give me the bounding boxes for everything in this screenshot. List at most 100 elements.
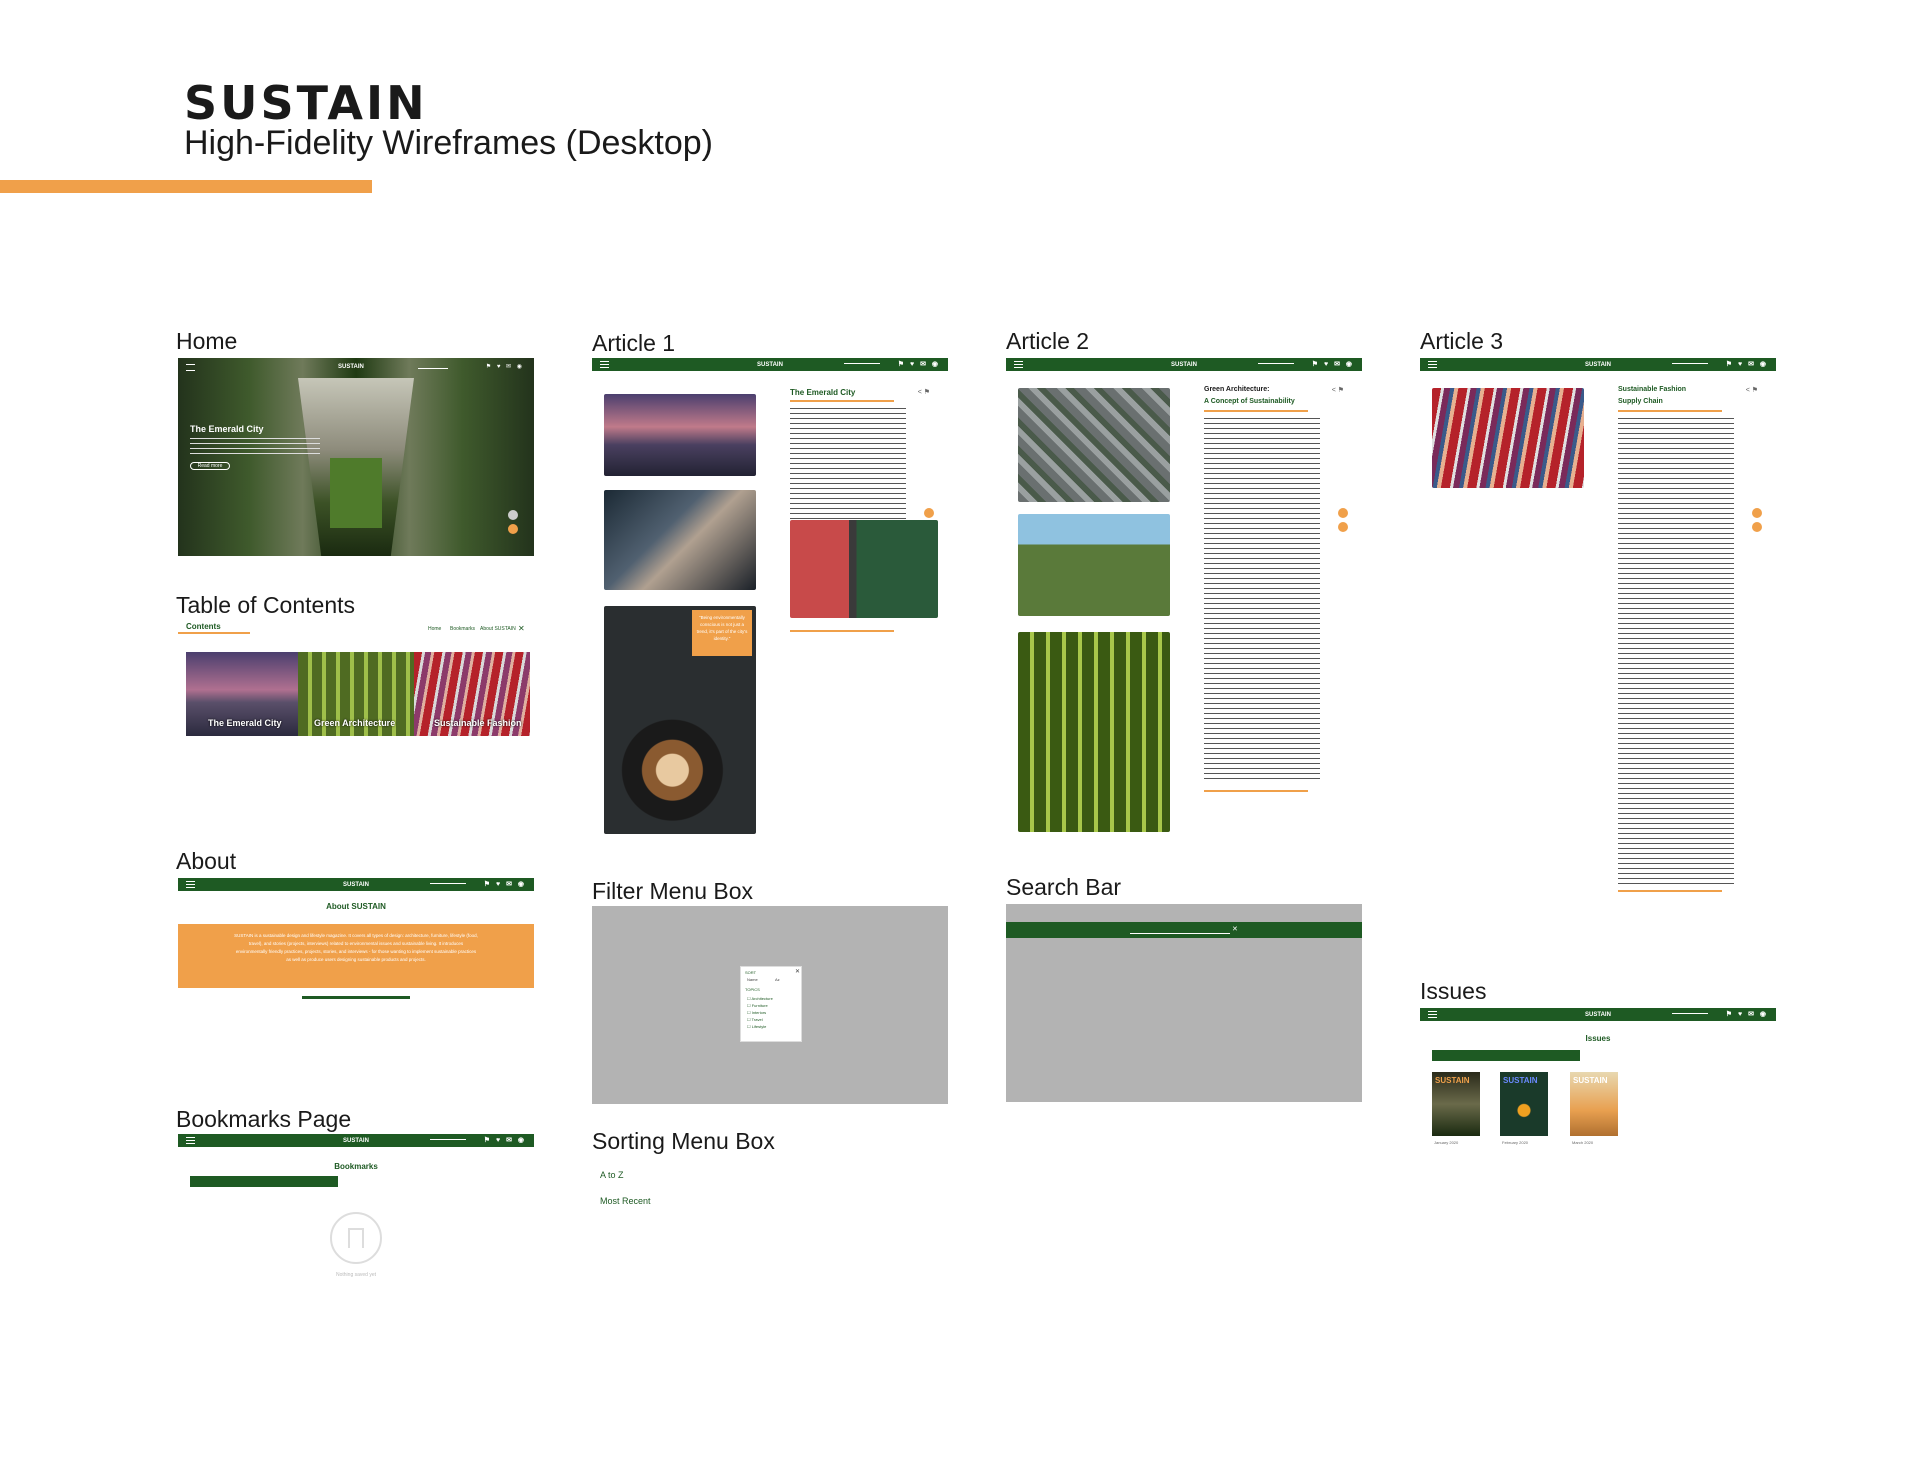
menu-icon[interactable]	[1014, 361, 1023, 368]
filter-option[interactable]: ☐ Travel	[747, 1016, 773, 1023]
filter-menu-box[interactable]: SORT ✕ Name Az TOPICS ☐ Architecture ☐ F…	[740, 966, 802, 1042]
hero-text	[190, 438, 320, 458]
article2-image-vertical-forest	[1018, 514, 1170, 616]
hero-title: The Emerald City	[190, 424, 264, 434]
filter-options-list[interactable]: ☐ Architecture ☐ Furniture ☐ Interiors ☐…	[747, 995, 773, 1030]
scroll-up-button[interactable]	[1752, 508, 1762, 518]
sort-option-a-to-z[interactable]: A to Z	[600, 1170, 624, 1180]
scroll-up-button[interactable]	[508, 510, 518, 520]
filter-close-button[interactable]: ✕	[795, 968, 800, 975]
filter-sort-option-az[interactable]: Az	[775, 977, 780, 982]
article3-frame: SUSTAIN ⚑ ♥ ✉ ◉ Sustainable Fashion Suppl…	[1420, 358, 1776, 898]
menu-icon[interactable]	[1428, 361, 1437, 368]
nav-brand[interactable]: SUSTAIN	[1585, 362, 1611, 368]
search-input[interactable]	[1258, 363, 1294, 364]
section-label-home: Home	[176, 328, 238, 354]
filter-option[interactable]: ☐ Furniture	[747, 1002, 773, 1009]
filter-option[interactable]: ☐ Interiors	[747, 1009, 773, 1016]
menu-icon[interactable]	[186, 364, 195, 371]
nav-brand[interactable]: SUSTAIN	[757, 362, 783, 368]
nav-brand[interactable]: SUSTAIN	[1585, 1012, 1611, 1018]
nav-icons[interactable]: ⚑ ♥ ✉ ◉	[484, 1136, 526, 1144]
search-close-button[interactable]: ✕	[1232, 925, 1238, 933]
section-label-sorting: Sorting Menu Box	[592, 1128, 775, 1154]
toc-card-green-architecture[interactable]: Green Architecture	[298, 652, 414, 736]
issue-cover-march[interactable]: SUSTAIN	[1570, 1072, 1618, 1136]
nav-icons[interactable]: ⚑ ♥ ✉ ◉	[1726, 1010, 1768, 1018]
section-label-article3: Article 3	[1420, 328, 1504, 354]
nav-icons[interactable]: ⚑ ♥ ✉ ◉	[484, 880, 526, 888]
bookmarks-empty-text: Nothing saved yet	[335, 1272, 377, 1278]
issue-cover-date: March 2020	[1572, 1140, 1594, 1145]
hero-image-center	[330, 458, 382, 528]
share-bookmark-icons[interactable]: < ⚑	[918, 388, 930, 396]
nav-bar: SUSTAIN ⚑ ♥ ✉ ◉	[1006, 358, 1362, 371]
share-bookmark-icons[interactable]: < ⚑	[1746, 386, 1758, 394]
about-title: About SUSTAIN	[326, 902, 386, 911]
scroll-up-button[interactable]	[1338, 508, 1348, 518]
nav-brand[interactable]: SUSTAIN	[343, 882, 369, 888]
about-body: SUSTAIN is a sustainable design and life…	[234, 933, 478, 962]
search-field[interactable]	[1130, 926, 1230, 934]
search-input[interactable]	[430, 1139, 466, 1140]
toc-link-about[interactable]: About SUSTAIN	[480, 626, 516, 632]
search-bar[interactable]: ✕	[1006, 922, 1362, 938]
article3-title-underline	[1618, 410, 1722, 412]
scroll-up-button[interactable]	[924, 508, 934, 518]
nav-icons[interactable]: ⚑ ♥ ✉ ◉	[1312, 360, 1354, 368]
issue-cover-brand: SUSTAIN	[1503, 1076, 1538, 1085]
toc-link-bookmarks[interactable]: Bookmarks	[450, 626, 475, 632]
nav-bar: SUSTAIN ⚑ ♥ ✉ ◉	[1420, 1008, 1776, 1021]
sort-option-most-recent[interactable]: Most Recent	[600, 1196, 651, 1206]
toc-close-button[interactable]: ✕	[518, 624, 525, 633]
search-input[interactable]	[418, 368, 448, 369]
filter-option[interactable]: ☐ Lifestyle	[747, 1023, 773, 1030]
filter-option[interactable]: ☐ Architecture	[747, 995, 773, 1002]
section-label-about: About	[176, 848, 237, 874]
section-label-filter: Filter Menu Box	[592, 878, 754, 904]
menu-icon[interactable]	[186, 881, 195, 888]
menu-icon[interactable]	[600, 361, 609, 368]
toc-card-sustainable-fashion[interactable]: Sustainable Fashion	[414, 652, 530, 736]
read-more-button[interactable]: Read more	[190, 462, 230, 470]
scroll-down-button[interactable]	[508, 524, 518, 534]
toc-card-emerald-city[interactable]: The Emerald City	[186, 652, 304, 736]
nav-brand[interactable]: SUSTAIN	[343, 1138, 369, 1144]
article2-title-line2: A Concept of Sustainability	[1204, 398, 1295, 405]
search-input[interactable]	[430, 883, 466, 884]
nav-brand[interactable]: SUSTAIN	[1171, 362, 1197, 368]
nav-icons[interactable]: ⚑ ♥ ✉ ◉	[1726, 360, 1768, 368]
article2-image-interior	[1018, 632, 1170, 832]
scroll-down-button[interactable]	[1338, 522, 1348, 532]
nav-bar: SUSTAIN ⚑ ♥ ✉ ◉	[592, 358, 948, 371]
menu-icon[interactable]	[186, 1137, 195, 1144]
issues-toolbar[interactable]	[1432, 1050, 1580, 1061]
article2-frame: SUSTAIN ⚑ ♥ ✉ ◉ Green Architecture: A Con…	[1006, 358, 1362, 834]
menu-icon[interactable]	[1428, 1011, 1437, 1018]
article1-image-storefront	[790, 520, 938, 618]
scroll-down-button[interactable]	[1752, 522, 1762, 532]
page-subtitle: High-Fidelity Wireframes (Desktop)	[184, 124, 713, 162]
search-input[interactable]	[1672, 1013, 1708, 1014]
toc-card-label: Sustainable Fashion	[434, 718, 522, 728]
article2-image-aerial	[1018, 388, 1170, 502]
nav-icons[interactable]: ⚑ ♥ ✉ ◉	[898, 360, 940, 368]
toc-link-home[interactable]: Home	[428, 626, 441, 632]
filter-sort-option-name[interactable]: Name	[747, 977, 758, 982]
search-input[interactable]	[1672, 363, 1708, 364]
nav-icons[interactable]: ⚑ ♥ ✉ ◉	[486, 363, 524, 370]
article1-frame: SUSTAIN ⚑ ♥ ✉ ◉ "Being environmentally co…	[592, 358, 948, 834]
issue-cover-february[interactable]: SUSTAIN	[1500, 1072, 1548, 1136]
toc-underline	[178, 632, 250, 634]
article3-end-divider	[1618, 890, 1722, 892]
search-input[interactable]	[844, 363, 880, 364]
article1-image-city	[604, 394, 756, 476]
share-bookmark-icons[interactable]: < ⚑	[1332, 386, 1344, 394]
nav-brand[interactable]: SUSTAIN	[338, 364, 364, 370]
bookmarks-toolbar[interactable]	[190, 1176, 338, 1187]
section-label-bookmarks: Bookmarks Page	[176, 1106, 352, 1132]
issue-cover-january[interactable]: SUSTAIN	[1432, 1072, 1480, 1136]
toc-label: Contents	[186, 622, 221, 631]
section-label-article1: Article 1	[592, 330, 676, 356]
article1-body-text	[790, 408, 906, 532]
